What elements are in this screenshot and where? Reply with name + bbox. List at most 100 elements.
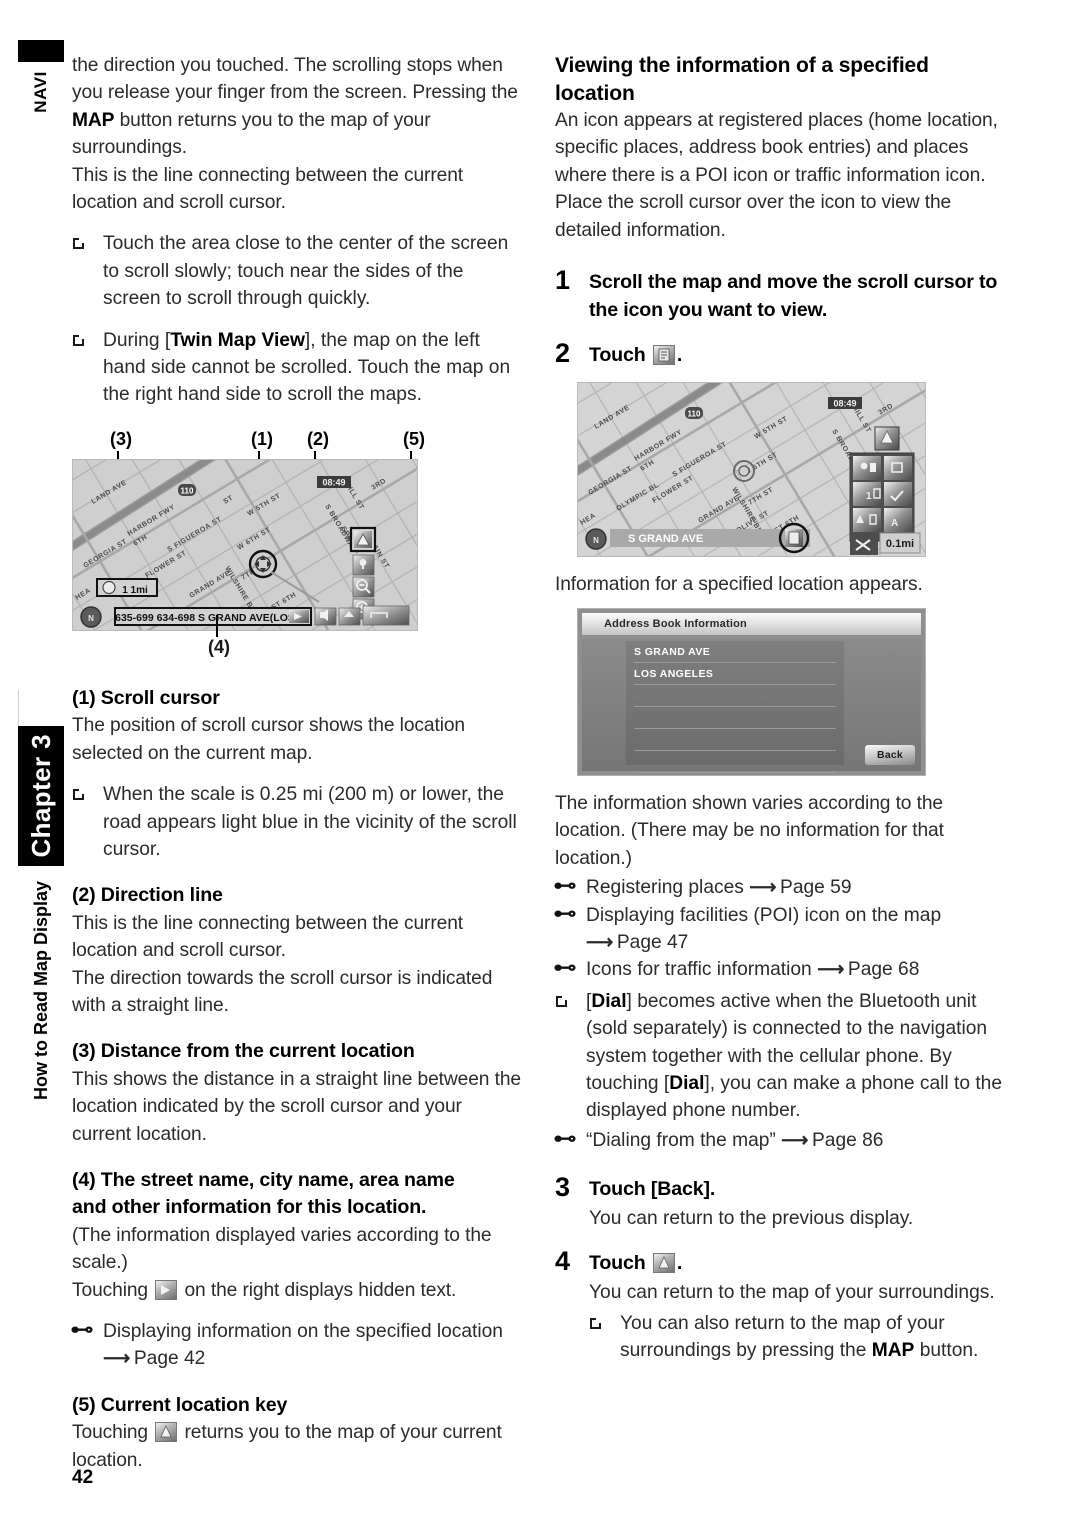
callout-4: (4) bbox=[208, 636, 230, 657]
step-1: 1 Scroll the map and move the scroll cur… bbox=[555, 265, 1008, 324]
svg-text:1: 1 bbox=[866, 491, 872, 502]
figure-callout-below: (4) bbox=[72, 614, 525, 663]
item-4-reference-text: Displaying information on the specified … bbox=[103, 1321, 503, 1342]
arrow-right-icon: ⟶ bbox=[781, 1129, 812, 1151]
chapter-rail: NAVI Chapter 3 How to Read Map Display bbox=[18, 0, 64, 1529]
item-3-heading: (3) Distance from the current location bbox=[72, 1040, 415, 1063]
address-book-body: S GRAND AVE LOS ANGELES Back bbox=[582, 638, 921, 773]
square-bullet-icon bbox=[590, 1317, 602, 1330]
map-screenshot-annotated: 110 LAND AVE GEORGIA ST HARBOR FWY S FIG… bbox=[72, 458, 418, 631]
rail-section-label: How to Read Map Display bbox=[30, 881, 51, 1101]
address-book-row: LOS ANGELES bbox=[634, 663, 836, 685]
svg-text:635-699 634-698 S GRAND AVE(LO: 635-699 634-698 S GRAND AVE(LOS bbox=[115, 612, 295, 624]
address-book-row: S GRAND AVE bbox=[634, 641, 836, 663]
svg-text:N: N bbox=[593, 536, 599, 545]
address-book-row bbox=[634, 729, 836, 751]
reference-traffic-icons: ⊷ Icons for traffic information ⟶ Page 6… bbox=[553, 956, 1008, 983]
item-5-touch-line: Touching returns you to the map of your … bbox=[72, 1419, 525, 1474]
rail-chapter-tab: Chapter 3 bbox=[18, 726, 64, 866]
item-2-heading: (2) Direction line bbox=[72, 884, 223, 907]
step-4-text: Touch . bbox=[589, 1250, 1008, 1278]
twin-map-view-keyword: Twin Map View bbox=[170, 329, 305, 351]
leader-line-4 bbox=[216, 614, 218, 637]
reference-arrow-icon: ⊷ bbox=[70, 1319, 94, 1341]
item-1-note-text: When the scale is 0.25 mi (200 m) or low… bbox=[103, 784, 517, 860]
varies-paragraph: The information shown varies according t… bbox=[555, 792, 944, 869]
highway-shield-icon-2: 110 bbox=[685, 406, 703, 419]
street-name-bar: 635-699 634-698 S GRAND AVE(LOS bbox=[114, 606, 312, 626]
rail-section-tab: How to Read Map Display bbox=[18, 876, 64, 1106]
intro-paragraph: the direction you touched. The scrolling… bbox=[72, 52, 525, 162]
svg-text:110: 110 bbox=[181, 486, 194, 495]
distance-badge: 1 1mi bbox=[96, 577, 158, 597]
step-3-subtext: You can return to the previous display. bbox=[589, 1207, 914, 1229]
page-number: 42 bbox=[72, 1467, 94, 1488]
reference-poi-icon: ⊷ Displaying facilities (POI) icon on th… bbox=[553, 902, 1008, 957]
step-2-text: Touch . bbox=[589, 342, 1008, 370]
svg-text:1 1mi: 1 1mi bbox=[122, 585, 148, 596]
location-info-icon[interactable] bbox=[652, 345, 675, 366]
item-4-heading-line1: (4) The street name, city name, area nam… bbox=[72, 1168, 455, 1191]
step-2: 2 Touch . bbox=[555, 338, 1008, 370]
map-graphic: 110 LAND AVE GEORGIA ST HARBOR FWY S FIG… bbox=[73, 459, 417, 630]
rail-divider bbox=[18, 690, 19, 726]
current-location-icon[interactable] bbox=[652, 1253, 675, 1274]
reference-arrow-icon: ⊷ bbox=[553, 875, 577, 898]
svg-text:0.1mi: 0.1mi bbox=[886, 538, 914, 550]
reference-poi-icon-text: Displaying facilities (POI) icon on the … bbox=[586, 904, 942, 926]
map-screenshot-info: 110 LAND AVE GEORGIA ST HARBOR FWY S FIG… bbox=[577, 381, 926, 557]
intro-text-b: button returns you to the map of your su… bbox=[72, 109, 431, 159]
highway-shield-icon: 110 bbox=[178, 483, 196, 496]
step-3-text: Touch [Back]. bbox=[589, 1178, 716, 1201]
arrow-right-icon: ⟶ bbox=[817, 959, 848, 981]
item-5-heading: (5) Current location key bbox=[72, 1393, 288, 1416]
item-2-body-1: This is the line connecting between the … bbox=[72, 912, 464, 962]
rail-navi-tab: NAVI bbox=[18, 62, 64, 122]
dial-keyword-1: Dial bbox=[591, 990, 627, 1012]
back-button[interactable]: Back bbox=[865, 744, 915, 765]
address-book-rows: S GRAND AVE LOS ANGELES bbox=[626, 640, 844, 773]
reference-arrow-icon: ⊷ bbox=[553, 957, 577, 980]
reference-arrow-icon: ⊷ bbox=[553, 902, 577, 925]
item-4-heading-line2: and other information for this location. bbox=[72, 1196, 427, 1219]
note-bullet-twin-map: During [Twin Map View], the map on the l… bbox=[72, 327, 525, 409]
rail-chapter-label: Chapter 3 bbox=[25, 734, 56, 858]
arrow-right-icon: ⟶ bbox=[586, 931, 617, 953]
step-2-post: . bbox=[676, 344, 683, 367]
step-4-post: . bbox=[676, 1252, 683, 1275]
figure-scroll-map: (3) (1) (2) (5) 110 LAND AVE GEORGIA ST … bbox=[72, 429, 525, 663]
hidden-text-arrow-icon[interactable] bbox=[155, 1279, 178, 1300]
square-bullet-icon bbox=[556, 995, 568, 1007]
rail-navi-label: NAVI bbox=[31, 71, 50, 113]
item-5-touch-pre: Touching bbox=[72, 1422, 154, 1444]
arrow-right-icon: ⟶ bbox=[749, 877, 781, 899]
reference-traffic-icons-text: Icons for traffic information bbox=[586, 959, 818, 981]
callout-1: (1) bbox=[251, 428, 273, 449]
square-bullet-icon bbox=[73, 238, 85, 250]
item-2-body-2: The direction towards the scroll cursor … bbox=[72, 967, 493, 1016]
item-1-body: The position of scroll cursor shows the … bbox=[72, 715, 465, 764]
left-column: the direction you touched. The scrolling… bbox=[70, 52, 525, 1474]
square-bullet-icon bbox=[73, 334, 85, 346]
callout-5: (5) bbox=[403, 428, 425, 449]
reference-arrow-icon: ⊷ bbox=[553, 1127, 577, 1150]
current-location-icon[interactable] bbox=[155, 1422, 178, 1443]
item-1-heading: (1) Scroll cursor bbox=[72, 686, 220, 709]
svg-text:110: 110 bbox=[688, 409, 701, 418]
note-bullet-scroll-speed-text: Touch the area close to the center of th… bbox=[103, 233, 509, 310]
step-4-pre: Touch bbox=[589, 1252, 651, 1275]
reference-traffic-icons-page: Page 68 bbox=[847, 959, 920, 981]
reference-dialing-page: Page 86 bbox=[811, 1129, 884, 1151]
reference-registering-places-text: Registering places bbox=[586, 877, 750, 899]
svg-text:08:49: 08:49 bbox=[322, 477, 345, 487]
step-4: 4 Touch . You can return to the map of y… bbox=[555, 1246, 1008, 1365]
clock-badge-2: 08:49 bbox=[828, 396, 862, 409]
item-4-touch-pre: Touching bbox=[72, 1279, 154, 1301]
step-1-text: Scroll the map and move the scroll curso… bbox=[589, 271, 998, 321]
callout-2: (2) bbox=[307, 428, 329, 449]
item-1-note: When the scale is 0.25 mi (200 m) or low… bbox=[72, 781, 525, 863]
reference-dialing-from-map: ⊷ “Dialing from the map” ⟶ Page 86 bbox=[553, 1127, 1008, 1154]
reference-registering-places-page: Page 59 bbox=[780, 877, 852, 899]
note-bullet-dial: [Dial] becomes active when the Bluetooth… bbox=[555, 988, 1008, 1125]
address-book-screenshot: Address Book Information S GRAND AVE LOS… bbox=[577, 607, 926, 776]
